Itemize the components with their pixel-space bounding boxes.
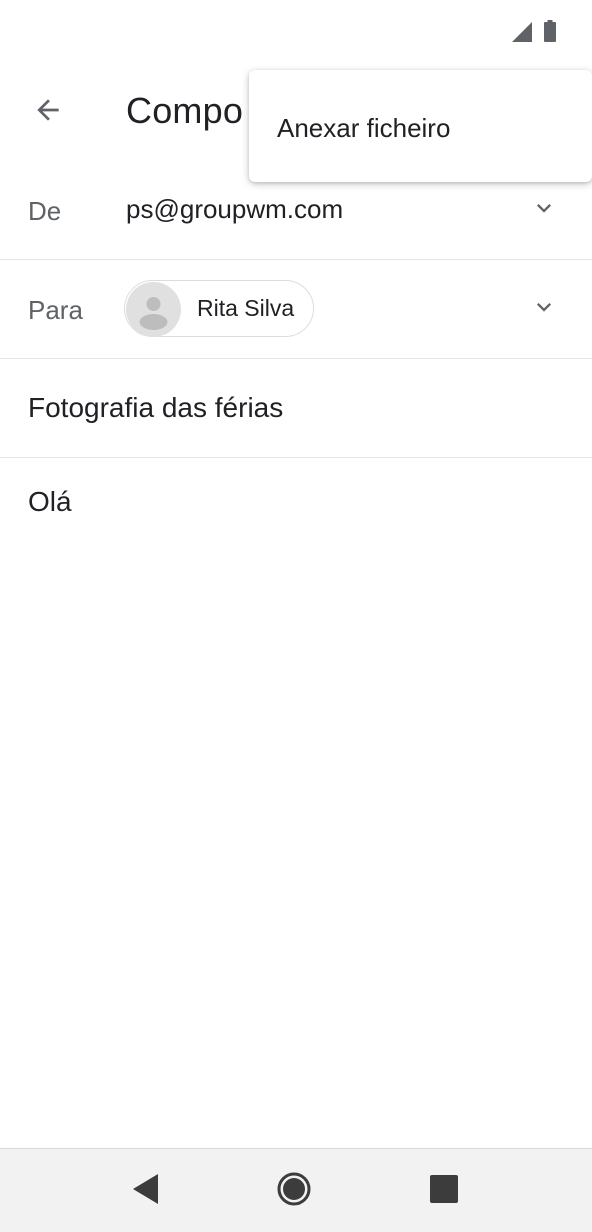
arrow-back-icon bbox=[32, 94, 64, 131]
from-address[interactable]: ps@groupwm.com bbox=[126, 194, 343, 225]
nav-recents-icon bbox=[430, 1174, 458, 1208]
nav-back-icon bbox=[132, 1173, 160, 1209]
chevron-down-icon bbox=[530, 194, 558, 227]
back-button[interactable] bbox=[20, 84, 76, 140]
battery-icon bbox=[544, 20, 556, 47]
from-label: De bbox=[28, 196, 62, 226]
subject-row[interactable]: Fotografia das férias bbox=[0, 359, 592, 458]
nav-recents-button[interactable] bbox=[422, 1169, 466, 1213]
body-field[interactable]: Olá bbox=[28, 486, 72, 518]
avatar bbox=[126, 282, 181, 337]
to-row: Para Rita Silva bbox=[0, 260, 592, 359]
nav-back-button[interactable] bbox=[124, 1169, 168, 1213]
signal-icon bbox=[512, 22, 532, 47]
recipient-name: Rita Silva bbox=[197, 295, 295, 321]
page-title: Compo bbox=[126, 90, 244, 131]
from-expand-button[interactable] bbox=[524, 190, 564, 230]
to-expand-button[interactable] bbox=[524, 289, 564, 329]
chevron-down-icon bbox=[530, 293, 558, 326]
nav-home-icon bbox=[276, 1171, 312, 1212]
recipient-chip[interactable]: Rita Silva bbox=[124, 280, 314, 337]
nav-home-button[interactable] bbox=[272, 1169, 316, 1213]
to-label: Para bbox=[28, 295, 83, 325]
menu-item-attach-file[interactable]: Anexar ficheiro bbox=[249, 70, 592, 182]
subject-field[interactable]: Fotografia das férias bbox=[28, 392, 283, 424]
person-icon bbox=[126, 297, 181, 337]
overflow-menu: Anexar ficheiro bbox=[249, 70, 592, 182]
status-bar bbox=[0, 0, 592, 64]
menu-item-label: Anexar ficheiro bbox=[277, 113, 451, 143]
compose-screen: Compo De ps@groupwm.com Para Rita Silva bbox=[0, 0, 592, 1232]
navigation-bar bbox=[0, 1148, 592, 1232]
